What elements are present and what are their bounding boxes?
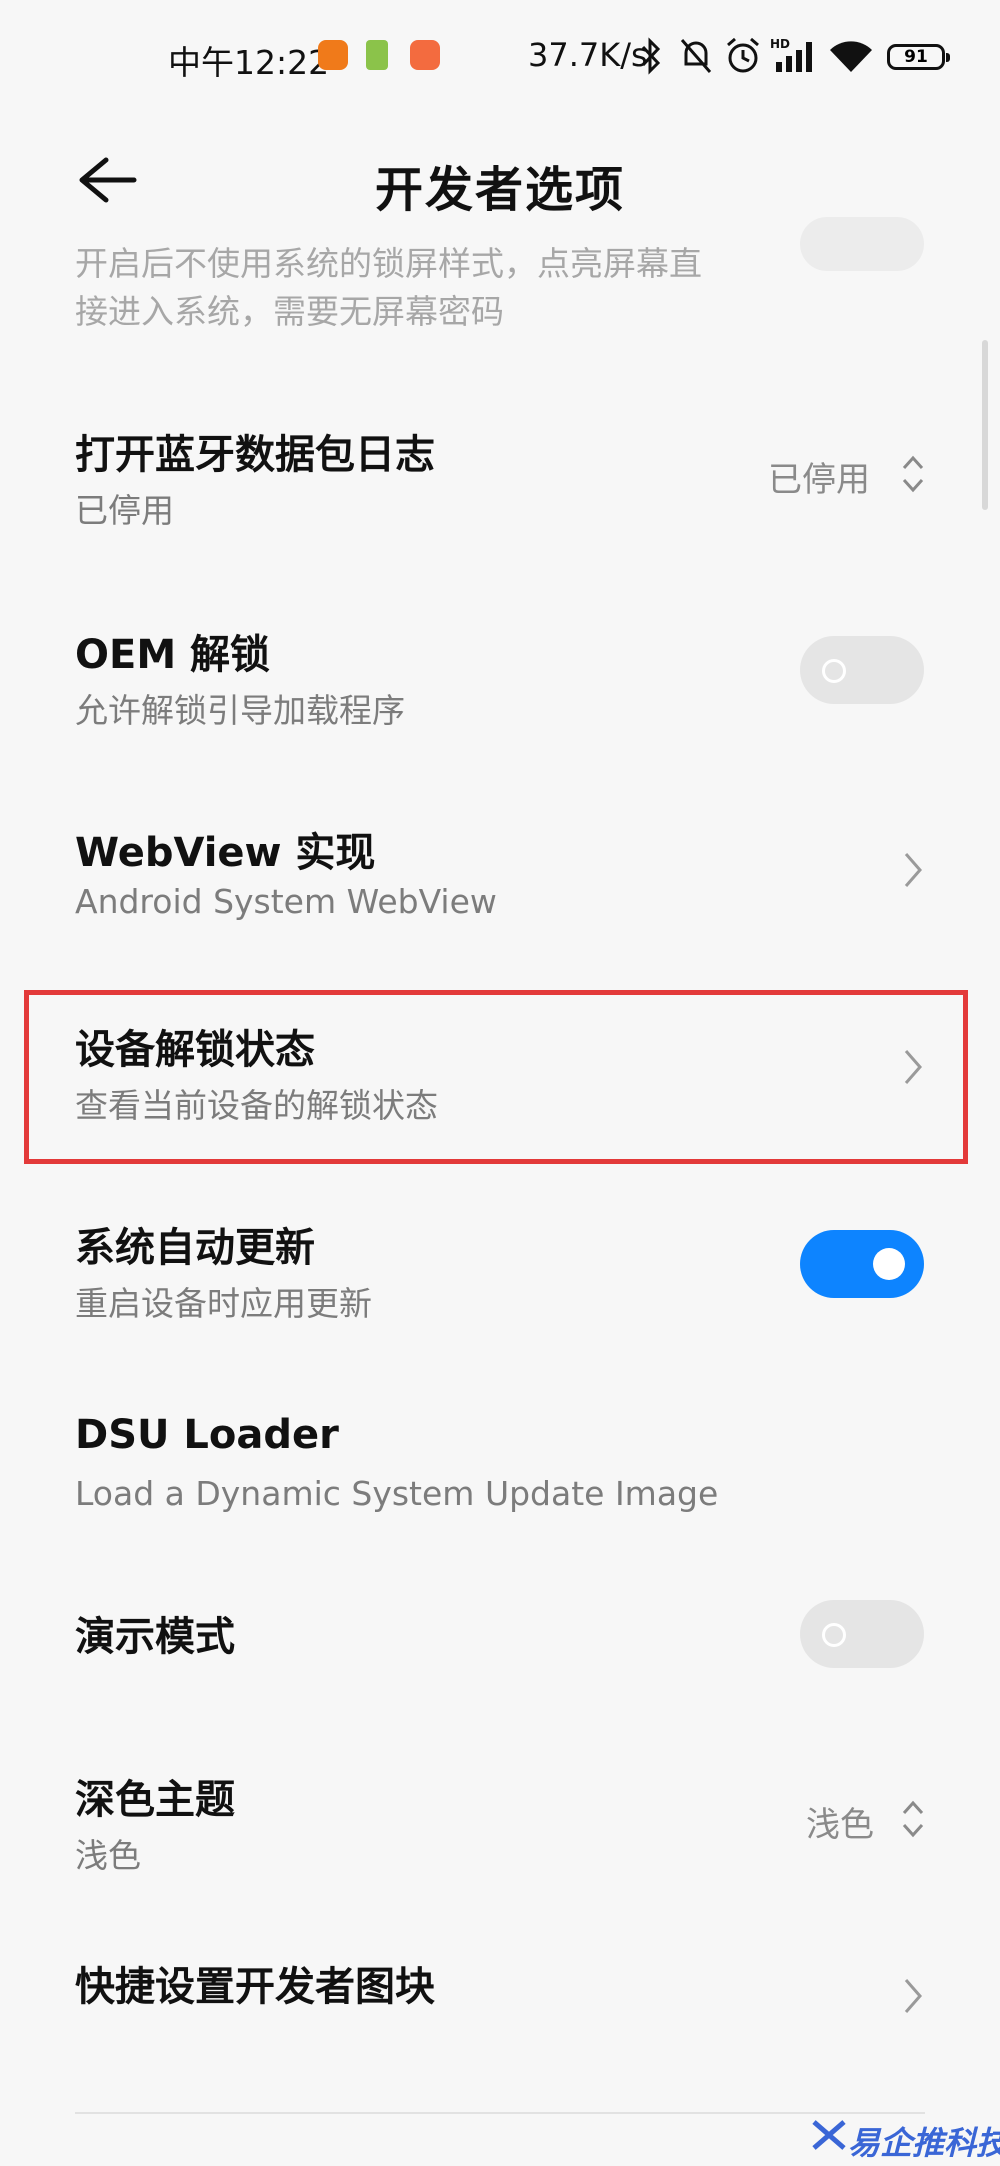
orange-app-icon — [410, 40, 440, 70]
signal-icon: HD — [770, 37, 812, 72]
list-item-title: 打开蓝牙数据包日志 — [75, 432, 435, 478]
scrollbar[interactable] — [982, 340, 988, 510]
list-item-description: 已停用 — [75, 491, 174, 530]
list-item-dark-theme[interactable]: 深色主题 浅色 浅色 — [0, 1755, 1000, 1885]
divider — [75, 2112, 925, 2114]
battery-icon: 91 — [887, 44, 950, 70]
watermark-logo-icon — [812, 2120, 846, 2150]
svg-text:HD: HD — [770, 37, 790, 51]
list-item-description: 重启设备时应用更新 — [75, 1284, 372, 1323]
alarm-icon — [727, 37, 759, 73]
selected-value: 已停用 — [768, 460, 870, 500]
list-item-description: Android System WebView — [75, 882, 497, 921]
list-item-title: WebView 实现 — [75, 830, 376, 876]
network-speed: 37.7K/s — [528, 36, 648, 74]
mute-icon — [680, 39, 712, 73]
toggle-knob — [873, 1248, 905, 1280]
list-item-dsu-loader[interactable]: DSU Loader Load a Dynamic System Update … — [0, 1400, 1000, 1530]
wifi-icon — [830, 41, 872, 72]
list-item-title: 系统自动更新 — [75, 1225, 315, 1271]
list-item-description: 允许解锁引导加载程序 — [75, 691, 405, 730]
demo-mode-toggle[interactable] — [800, 1600, 924, 1668]
up-down-chevron-icon — [902, 1800, 924, 1838]
list-item-description-line2: 接进入系统，需要无屏幕密码 — [75, 292, 504, 331]
chevron-right-icon — [904, 1979, 922, 2013]
list-item-auto-update[interactable]: 系统自动更新 重启设备时应用更新 — [0, 1203, 1000, 1333]
page-title: 开发者选项 — [374, 162, 625, 218]
auto-update-toggle[interactable] — [800, 1230, 924, 1298]
list-item-description: 浅色 — [75, 1836, 141, 1875]
list-item-device-unlock-status[interactable]: 设备解锁状态 查看当前设备的解锁状态 — [0, 1005, 1000, 1135]
list-item-description: 查看当前设备的解锁状态 — [75, 1086, 438, 1125]
watermark-text: 易企推科技 — [848, 2124, 1000, 2162]
list-item-title: OEM 解锁 — [75, 632, 271, 678]
list-item-title: 深色主题 — [75, 1777, 235, 1823]
toggle-knob — [822, 1623, 846, 1647]
list-item-skip-lockscreen[interactable]: 开启后不使用系统的锁屏样式，点亮屏幕直 接进入系统，需要无屏幕密码 — [0, 217, 1000, 335]
skip-lockscreen-toggle[interactable] — [800, 217, 924, 271]
list-item-description: 开启后不使用系统的锁屏样式，点亮屏幕直 — [75, 244, 702, 283]
green-app-icon — [366, 40, 388, 70]
status-time: 中午12:22 — [168, 43, 330, 82]
list-item-title: DSU Loader — [75, 1412, 339, 1458]
up-down-chevron-icon — [902, 455, 924, 493]
list-item-bluetooth-log[interactable]: 打开蓝牙数据包日志 已停用 已停用 — [0, 410, 1000, 540]
status-bar: 中午12:22 37.7K/s HD 91 — [0, 0, 1000, 120]
chevron-right-icon — [904, 853, 922, 887]
list-item-quick-settings-tiles[interactable]: 快捷设置开发者图块 — [0, 1950, 1000, 2050]
list-item-description: Load a Dynamic System Update Image — [75, 1474, 719, 1513]
list-item-title: 快捷设置开发者图块 — [75, 1964, 435, 2010]
oem-unlock-toggle[interactable] — [800, 636, 924, 704]
list-item-title: 设备解锁状态 — [75, 1027, 315, 1073]
toggle-knob — [822, 659, 846, 683]
list-item-oem-unlock[interactable]: OEM 解锁 允许解锁引导加载程序 — [0, 610, 1000, 740]
list-item-demo-mode[interactable]: 演示模式 — [0, 1600, 1000, 1700]
list-item-title: 演示模式 — [75, 1614, 235, 1660]
mi-app-icon — [318, 40, 348, 70]
bluetooth-icon — [641, 37, 661, 75]
list-item-webview[interactable]: WebView 实现 Android System WebView — [0, 808, 1000, 938]
chevron-right-icon — [904, 1050, 922, 1084]
selected-value: 浅色 — [806, 1805, 874, 1845]
